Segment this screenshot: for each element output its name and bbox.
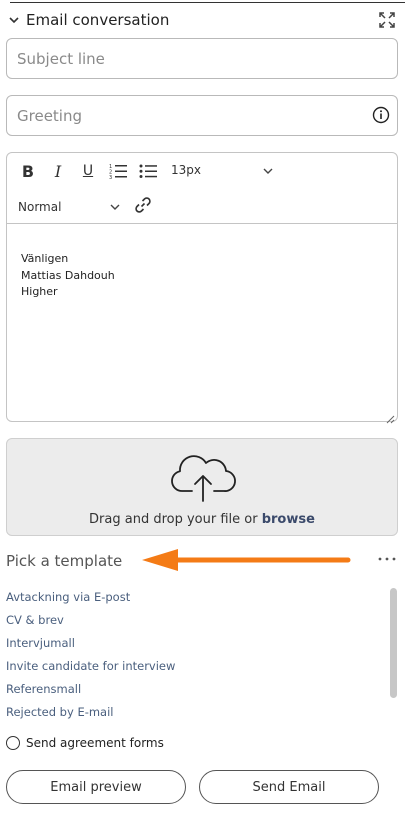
underline-button[interactable]: U [79, 162, 97, 180]
agreement-label: Send agreement forms [26, 736, 164, 750]
ordered-list-icon[interactable]: 1 2 3 [109, 162, 127, 180]
link-icon[interactable] [134, 196, 152, 214]
template-item[interactable]: CV & brev [6, 611, 386, 634]
svg-text:3: 3 [109, 175, 112, 179]
template-item[interactable]: Avtackning via E-post [6, 588, 386, 611]
chevron-down-icon[interactable] [261, 163, 277, 179]
agreement-radio[interactable] [6, 736, 20, 750]
more-options-icon[interactable] [377, 551, 397, 565]
annotation-arrow-icon [140, 548, 352, 572]
email-preview-button[interactable]: Email preview [6, 770, 186, 804]
font-size-select[interactable]: 13px [171, 163, 201, 177]
info-icon[interactable] [372, 106, 390, 124]
greeting-input[interactable] [17, 106, 357, 125]
subject-line-input[interactable] [17, 49, 357, 68]
dropzone-instructions: Drag and drop your file or browse [7, 512, 397, 527]
top-divider [10, 2, 405, 3]
rich-text-editor[interactable]: B I U 1 2 3 13px Normal Vänligen Mattias… [6, 152, 398, 424]
body-line: Higher [21, 285, 58, 298]
greeting-field[interactable] [6, 95, 398, 136]
template-list-scrollbar[interactable] [390, 588, 397, 698]
body-line: Vänligen [21, 252, 69, 265]
send-email-button[interactable]: Send Email [199, 770, 379, 804]
italic-button[interactable]: I [49, 162, 67, 181]
bullet-list-icon[interactable] [139, 162, 157, 180]
email-conversation-header[interactable]: Email conversation [6, 9, 398, 31]
template-item[interactable]: Invite candidate for interview [6, 657, 386, 680]
send-agreement-option[interactable]: Send agreement forms [6, 736, 164, 750]
chevron-down-icon[interactable] [6, 12, 22, 28]
template-item[interactable]: Rejected by E-mail [6, 703, 386, 726]
editor-body[interactable]: Vänligen Mattias Dahdouh Higher [21, 251, 115, 301]
toolbar-divider [7, 223, 397, 224]
dropzone-text: Drag and drop your file or [89, 512, 262, 527]
cloud-upload-icon [168, 451, 238, 503]
editor-toolbar-row-2: Normal [7, 189, 397, 223]
pick-template-heading: Pick a template [6, 552, 123, 570]
section-title: Email conversation [26, 11, 170, 29]
template-list: Avtackning via E-post CV & brev Intervju… [6, 588, 386, 726]
resize-handle-icon[interactable] [385, 409, 395, 424]
chevron-down-icon[interactable] [108, 199, 124, 215]
bold-button[interactable]: B [19, 162, 37, 181]
editor-toolbar-row-1: B I U 1 2 3 13px [7, 153, 397, 189]
template-item[interactable]: Referensmall [6, 680, 386, 703]
file-dropzone[interactable]: Drag and drop your file or browse [6, 438, 398, 536]
body-line: Mattias Dahdouh [21, 268, 115, 282]
browse-link[interactable]: browse [262, 512, 315, 527]
template-item[interactable]: Intervjumall [6, 634, 386, 657]
fullscreen-expand-icon[interactable] [378, 11, 396, 29]
block-format-select[interactable]: Normal [18, 200, 61, 214]
subject-line-field[interactable] [6, 38, 398, 79]
